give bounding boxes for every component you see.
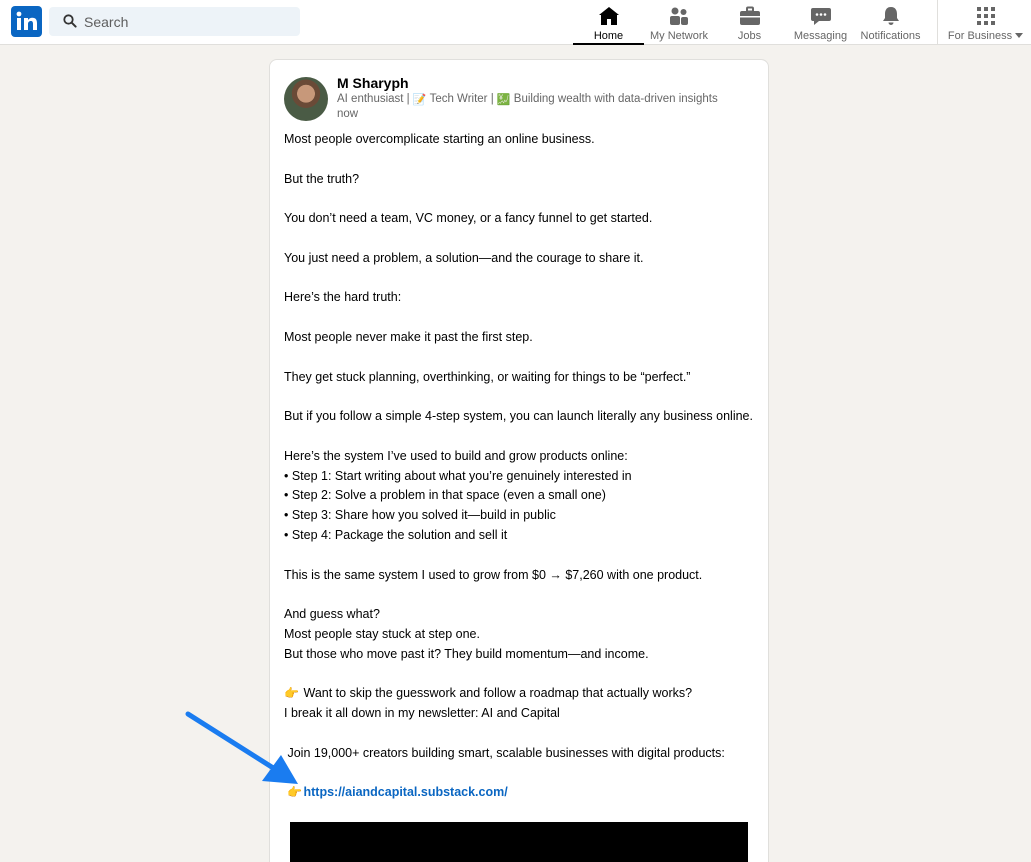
post-line: But the truth? (284, 171, 360, 186)
post-line: Here’s the system I’ve used to build and… (284, 448, 628, 463)
nav-messaging-label: Messaging (793, 30, 848, 42)
nav-jobs[interactable]: Jobs (728, 0, 771, 45)
search-input[interactable] (84, 7, 294, 36)
post-line: Join 19,000+ creators building smart, sc… (284, 744, 759, 764)
author-name[interactable]: M Sharyph (337, 75, 409, 91)
home-icon (598, 4, 620, 28)
post-line: Here’s the hard truth: (284, 290, 402, 305)
post-line: You just need a problem, a solution—and … (284, 250, 644, 265)
post-line: They get stuck planning, overthinking, o… (284, 369, 691, 384)
post-line: 👉 Want to skip the guesswork and follow … (284, 684, 759, 704)
post-line: Most people overcomplicate starting an o… (284, 132, 595, 146)
top-nav: Home My Network Jobs Messaging Notificat… (0, 0, 1031, 45)
nav-my-network-label: My Network (649, 30, 709, 42)
network-icon (668, 4, 690, 28)
post-line: Most people never make it past the first… (284, 329, 533, 344)
annotation-arrow-icon (185, 711, 298, 784)
step-item: • Step 3: Share how you solved it—build … (284, 508, 556, 523)
post-time: now (337, 108, 359, 120)
post-line: But if you follow a simple 4-step system… (284, 409, 753, 424)
nav-for-business-label: For Business (947, 30, 1024, 42)
post-line: Most people stay stuck at step one. (284, 626, 480, 641)
post-card: M Sharyph AI enthusiast | 📝 Tech Writer … (269, 59, 769, 862)
bell-icon (880, 4, 902, 28)
step-item: • Step 2: Solve a problem in that space … (284, 488, 606, 503)
linkedin-logo[interactable] (11, 6, 42, 37)
avatar[interactable] (284, 77, 328, 121)
post-media[interactable] (290, 822, 748, 862)
memo-icon: 📝 (412, 94, 427, 106)
step-item: • Step 1: Start writing about what you’r… (284, 468, 632, 483)
headline-part-1: AI enthusiast | (337, 93, 413, 105)
post-body: Most people overcomplicate starting an o… (284, 130, 759, 803)
author-headline: AI enthusiast | 📝 Tech Writer | 💹 Buildi… (337, 93, 757, 106)
pointing-hand-icon: 👉 (284, 686, 299, 701)
search-icon (63, 14, 77, 33)
headline-part-3: Building wealth with data-driven insight… (510, 93, 718, 105)
chevron-down-icon (1015, 33, 1024, 38)
headline-part-2: Tech Writer | (426, 93, 497, 105)
post-line: I break it all down in my newsletter: AI… (284, 706, 560, 721)
messaging-icon (810, 4, 832, 28)
nav-notifications-label: Notifications (860, 30, 921, 42)
post-line: But those who move past it? They build m… (284, 646, 649, 661)
nav-home[interactable]: Home (573, 0, 644, 45)
for-business-text: For Business (947, 30, 1013, 42)
post-line: And guess what? (284, 607, 380, 622)
post-line: This is the same system I used to grow f… (284, 567, 703, 582)
nav-my-network[interactable]: My Network (645, 0, 713, 45)
nav-messaging[interactable]: Messaging (790, 0, 851, 45)
search-box[interactable] (49, 7, 300, 36)
nav-notifications[interactable]: Notifications (857, 0, 924, 45)
grid-icon (976, 4, 996, 28)
post-line-text: Join 19,000+ creators building smart, sc… (287, 745, 725, 760)
nav-for-business[interactable]: For Business (946, 0, 1025, 45)
post-line: You don’t need a team, VC money, or a fa… (284, 211, 653, 226)
briefcase-icon (739, 4, 761, 28)
nav-jobs-label: Jobs (737, 30, 762, 42)
newsletter-link[interactable]: https://aiandcapital.substack.com/ (303, 785, 507, 799)
post-line-text: Want to skip the guesswork and follow a … (303, 686, 693, 701)
nav-divider (937, 0, 938, 45)
nav-home-label: Home (593, 30, 624, 42)
post-line: 👉 https://aiandcapital.substack.com/ (284, 783, 759, 803)
chart-icon: 💹 (496, 94, 511, 106)
step-item: • Step 4: Package the solution and sell … (284, 527, 508, 542)
